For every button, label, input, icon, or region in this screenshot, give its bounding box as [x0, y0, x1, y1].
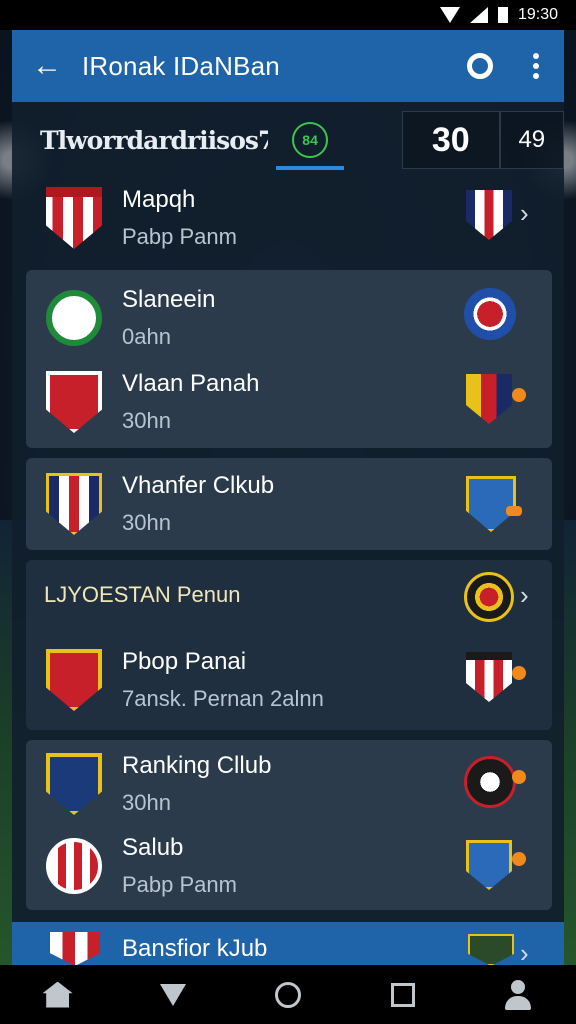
- team-crest-icon: [50, 932, 100, 966]
- battery-icon: [497, 7, 508, 23]
- match-subtitle: 30hn: [122, 408, 171, 433]
- team-crest-icon: [46, 753, 102, 815]
- live-indicator-icon: [506, 506, 522, 516]
- refresh-icon: [467, 53, 493, 79]
- refresh-button[interactable]: [452, 30, 508, 102]
- nav-profile[interactable]: [488, 965, 548, 1024]
- live-indicator-icon: [512, 666, 526, 680]
- bottom-navigation: [0, 965, 576, 1024]
- live-indicator-icon: [512, 852, 526, 866]
- active-tab-indicator: [276, 166, 345, 170]
- match-subtitle: Pabp Panm: [122, 872, 237, 897]
- arrow-left-icon: ←: [32, 49, 62, 82]
- section-header: LJYOESTAN Penun: [44, 582, 241, 607]
- match-subtitle: 7ansk. Pernan 2alnn: [122, 686, 324, 711]
- match-subtitle: 30hn: [122, 510, 171, 535]
- match-row[interactable]: Pbop Panai 7ansk. Pernan 2alnn: [46, 648, 324, 712]
- chevron-right-icon[interactable]: ›: [520, 580, 529, 611]
- team-name: Mapqh: [122, 186, 196, 213]
- tab-competitions[interactable]: Tlworrdardriisos7K: [12, 126, 268, 155]
- app-bar: ← IRonak IDaNBan: [12, 30, 564, 102]
- app-title: IRonak IDaNBan: [82, 50, 280, 81]
- match-row[interactable]: Salub Pabp Panm: [46, 834, 237, 898]
- match-row[interactable]: Vlaan Panah 30hn: [46, 370, 259, 434]
- tab-count-large[interactable]: 30: [402, 111, 500, 169]
- nav-home[interactable]: [28, 965, 88, 1024]
- team-crest-icon: [46, 838, 102, 894]
- team-name: Bansfior kJub: [122, 935, 268, 962]
- team-name: Pbop Panai: [122, 648, 247, 675]
- triangle-down-icon: [159, 983, 186, 1006]
- match-subtitle: 0ahn: [122, 324, 171, 349]
- match-subtitle: 30hn: [122, 790, 171, 815]
- chevron-right-icon[interactable]: ›: [520, 198, 529, 229]
- nav-home-circle[interactable]: [258, 965, 318, 1024]
- more-vert-icon: [533, 53, 539, 79]
- circle-icon: [274, 981, 301, 1008]
- wifi-icon: [439, 7, 460, 23]
- tab-count-small[interactable]: 49: [499, 111, 564, 169]
- status-time: 19:30: [517, 6, 558, 23]
- team-crest-icon: [46, 187, 102, 249]
- opponent-crest-icon: [464, 756, 516, 808]
- overflow-menu-button[interactable]: [508, 30, 564, 102]
- square-icon: [391, 982, 416, 1007]
- match-subtitle: Pabp Panm: [122, 224, 237, 249]
- live-badge: 84: [292, 122, 329, 158]
- match-row[interactable]: Ranking Cllub 30hn: [46, 752, 271, 816]
- team-name: Slaneein: [122, 286, 216, 313]
- back-button[interactable]: ←: [12, 30, 82, 102]
- tab-row: Tlworrdardriisos7K 84 30 49: [12, 102, 564, 178]
- team-name: Salub: [122, 834, 184, 861]
- match-row[interactable]: Bansfior kJub: [50, 932, 267, 966]
- nav-back[interactable]: [143, 965, 203, 1024]
- person-icon: [503, 979, 533, 1010]
- home-icon: [42, 981, 73, 1008]
- team-name: Ranking Cllub: [122, 752, 272, 779]
- opponent-crest-icon: [464, 288, 516, 340]
- team-name: Vhanfer Clkub: [122, 472, 275, 499]
- team-crest-icon: [46, 371, 102, 433]
- live-indicator-icon: [512, 770, 526, 784]
- signal-icon: [469, 7, 488, 23]
- live-indicator-icon: [512, 388, 526, 402]
- nav-recents[interactable]: [373, 965, 433, 1024]
- team-name: Vlaan Panah: [122, 370, 260, 397]
- team-crest-icon: [46, 290, 102, 346]
- team-crest-icon: [46, 649, 102, 711]
- team-crest-icon: [46, 473, 102, 535]
- match-row[interactable]: Slaneein 0ahn: [46, 286, 215, 350]
- match-row[interactable]: Vhanfer Clkub 30hn: [46, 472, 274, 536]
- status-bar: 19:30: [0, 0, 576, 30]
- match-row[interactable]: Mapqh Pabp Panm: [46, 186, 237, 250]
- league-crest-icon: [464, 572, 514, 622]
- tab-live[interactable]: 84: [268, 102, 352, 178]
